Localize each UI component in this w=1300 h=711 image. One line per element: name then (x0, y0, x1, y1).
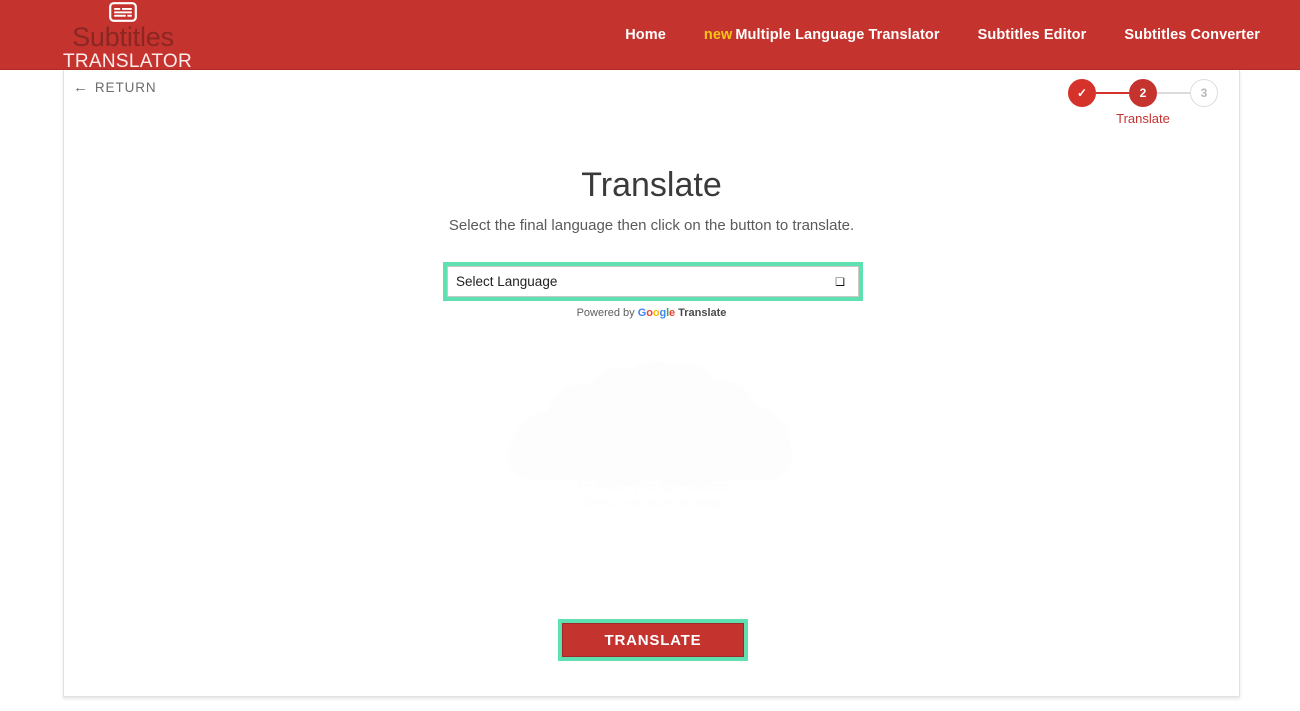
step-active-label: Translate (1116, 111, 1170, 126)
site-header: Subtitles TRANSLATOR Home new Multiple La… (0, 0, 1300, 72)
content-card: ← RETURN ✓ 2 3 Translate Translate Selec… (63, 70, 1240, 697)
nav-label-subtitles-editor: Subtitles Editor (977, 27, 1087, 43)
subtitles-icon (109, 2, 137, 22)
faded-watermark-graphic (508, 360, 793, 485)
watermark-caption-line-1: Powered by Google Translate (578, 481, 730, 493)
nav-item-subtitles-editor[interactable]: Subtitles Editor (978, 27, 1087, 43)
page-title: Translate (581, 165, 722, 204)
step-2-value: 2 (1139, 86, 1147, 100)
step-connector-2-3 (1157, 92, 1190, 94)
watermark-caption: Powered by Google Translate Select your … (499, 479, 809, 511)
page-subtitle: Select the final language then click on … (448, 217, 855, 234)
step-1-complete[interactable]: ✓ (1068, 79, 1096, 107)
nav-item-subtitles-converter[interactable]: Subtitles Converter (1124, 27, 1260, 43)
nav-item-multiple-language-translator[interactable]: new Multiple Language Translator (704, 27, 940, 43)
powered-by-prefix: Powered by (576, 307, 635, 319)
step-connector-1-2 (1096, 92, 1129, 94)
step-2-current[interactable]: 2 (1129, 79, 1157, 107)
powered-by-suffix: Translate (678, 307, 727, 319)
language-select-highlight: Select Language ❏ (443, 262, 863, 301)
nav-label-subtitles-converter: Subtitles Converter (1124, 27, 1260, 43)
main-navigation: Home new Multiple Language Translator Sub… (625, 0, 1260, 70)
nav-item-home[interactable]: Home (625, 27, 666, 43)
language-select[interactable]: Select Language (447, 266, 859, 297)
step-3-value: 3 (1200, 86, 1208, 100)
nav-label-multiple-language-translator: Multiple Language Translator (735, 27, 940, 43)
nav-badge-new: new (703, 27, 733, 43)
google-letter-g: G (637, 307, 647, 319)
step-indicator-row: ✓ 2 3 (1068, 79, 1218, 107)
watermark-caption-line-2: Select your target language (584, 497, 724, 509)
step-1-value: ✓ (1076, 86, 1088, 100)
google-letter-o1: o (646, 307, 653, 319)
step-indicator: ✓ 2 3 Translate (1068, 79, 1218, 126)
logo-text-secondary: TRANSLATOR (63, 51, 192, 72)
google-letter-e: e (669, 307, 676, 319)
site-logo[interactable]: Subtitles TRANSLATOR (63, 2, 192, 72)
nav-label-home: Home (625, 27, 666, 43)
return-label: RETURN (94, 80, 157, 95)
step-3-upcoming[interactable]: 3 (1190, 79, 1218, 107)
translate-button[interactable]: TRANSLATE (562, 623, 744, 657)
powered-by-google-translate: Powered by Google Translate (64, 306, 1239, 320)
logo-text-primary: Subtitles (72, 22, 174, 52)
return-link[interactable]: ← RETURN (73, 80, 157, 95)
translate-button-highlight: TRANSLATE (558, 619, 748, 661)
google-logo: Google (638, 307, 675, 319)
arrow-left-icon: ← (73, 79, 89, 96)
